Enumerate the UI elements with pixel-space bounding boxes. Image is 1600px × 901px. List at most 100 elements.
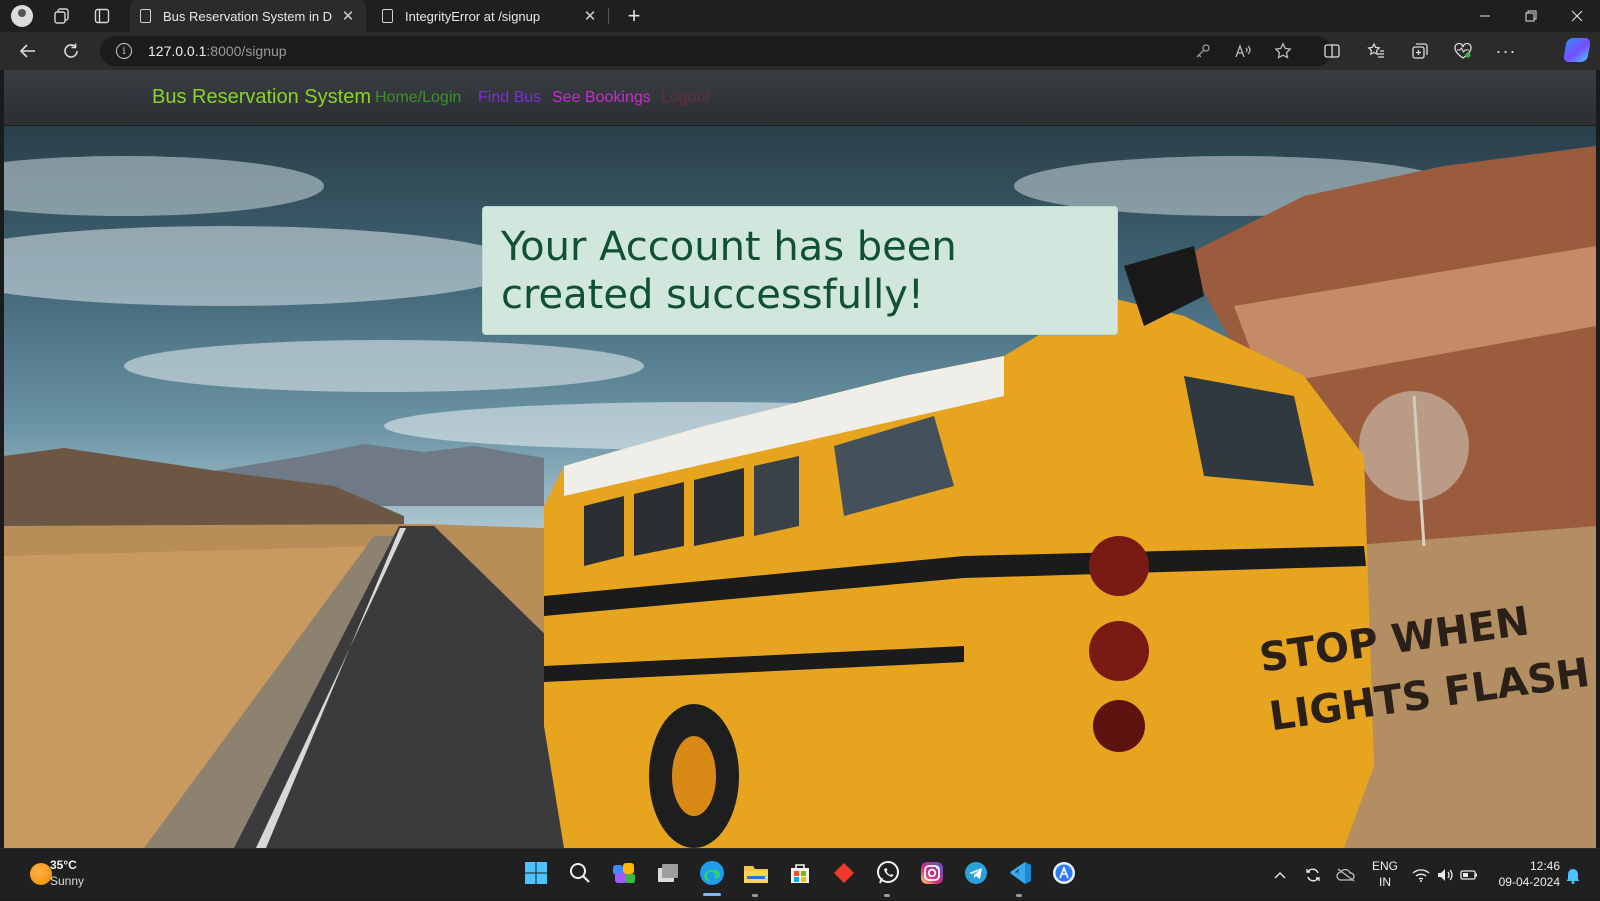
bell-icon bbox=[1566, 869, 1580, 884]
file-explorer-app[interactable] bbox=[742, 859, 770, 887]
site-info-icon[interactable]: i bbox=[116, 43, 132, 59]
anydesk-app[interactable] bbox=[830, 859, 858, 887]
widgets-icon bbox=[613, 863, 635, 883]
volume-tray-icon[interactable] bbox=[1434, 849, 1456, 901]
edge-app[interactable] bbox=[698, 859, 726, 887]
sync-icon bbox=[1306, 868, 1320, 882]
instagram-app[interactable] bbox=[918, 859, 946, 887]
minimize-button[interactable] bbox=[1462, 0, 1508, 32]
browser-essentials-button[interactable] bbox=[1447, 36, 1479, 66]
success-alert: Your Account has been created successful… bbox=[482, 206, 1118, 335]
nav-logout[interactable]: Logout bbox=[661, 89, 710, 107]
restore-button[interactable] bbox=[1508, 0, 1554, 32]
letter-a-badge-icon bbox=[1053, 862, 1075, 884]
active-app-indicator bbox=[703, 893, 721, 896]
task-view-button[interactable] bbox=[654, 859, 682, 887]
task-view-icon bbox=[658, 864, 678, 882]
tab-title: Bus Reservation System in Djang bbox=[163, 8, 332, 24]
close-tab-icon[interactable]: ✕ bbox=[582, 7, 598, 25]
workspaces-button[interactable] bbox=[42, 0, 82, 32]
search-icon bbox=[570, 863, 590, 883]
back-arrow-icon bbox=[19, 44, 35, 58]
favorites-list-icon bbox=[1367, 42, 1384, 58]
site-brand[interactable]: Bus Reservation System bbox=[152, 86, 371, 109]
close-tab-icon[interactable]: ✕ bbox=[340, 7, 356, 25]
refresh-icon bbox=[64, 43, 78, 58]
store-icon bbox=[791, 864, 809, 883]
back-button[interactable] bbox=[12, 36, 44, 66]
network-tray-icon[interactable] bbox=[1410, 849, 1432, 901]
app-store-app[interactable] bbox=[1050, 859, 1078, 887]
heart-pulse-icon bbox=[1454, 42, 1472, 59]
tab-bus-reservation[interactable]: Bus Reservation System in Djang ✕ bbox=[130, 0, 366, 32]
refresh-button[interactable] bbox=[55, 36, 87, 66]
read-aloud-icon[interactable] bbox=[1228, 36, 1258, 66]
tab-title: IntegrityError at /signup bbox=[405, 8, 541, 24]
wifi-icon bbox=[1412, 869, 1430, 882]
widgets-app[interactable] bbox=[610, 859, 638, 887]
favorite-star-icon[interactable] bbox=[1268, 36, 1298, 66]
page-viewport: STOP WHEN LIGHTS FLASH Bus Reservation S… bbox=[4, 70, 1596, 848]
address-bar[interactable]: i 127.0.0.1:8000/signup bbox=[100, 36, 1332, 66]
windows-taskbar: 35°C Sunny ENG IN 12:46 09-04-2024 bbox=[0, 848, 1600, 900]
copilot-icon[interactable] bbox=[1562, 38, 1592, 62]
weather-widget[interactable]: 35°C Sunny bbox=[10, 849, 110, 901]
url-path: :8000/signup bbox=[206, 43, 287, 59]
running-indicator bbox=[752, 894, 758, 897]
tab-integrity-error[interactable]: IntegrityError at /signup ✕ bbox=[372, 0, 608, 32]
workspaces-icon bbox=[54, 8, 69, 24]
split-screen-icon bbox=[1324, 44, 1340, 58]
clock-date: 09-04-2024 bbox=[1498, 875, 1560, 889]
clock[interactable]: 12:46 09-04-2024 bbox=[1488, 858, 1560, 890]
running-indicator bbox=[1016, 894, 1022, 897]
store-app[interactable] bbox=[786, 859, 814, 887]
browser-toolbar: i 127.0.0.1:8000/signup ··· bbox=[0, 32, 1600, 70]
notifications-button[interactable] bbox=[1562, 849, 1584, 901]
success-message: Your Account has been created successful… bbox=[501, 224, 957, 318]
battery-tray-icon[interactable] bbox=[1458, 849, 1480, 901]
tab-separator bbox=[608, 8, 609, 24]
minimize-icon bbox=[1480, 15, 1490, 17]
nav-see-bookings[interactable]: See Bookings bbox=[552, 89, 651, 107]
red-diamond-icon bbox=[834, 863, 854, 883]
new-tab-button[interactable]: + bbox=[618, 0, 650, 32]
onedrive-tray-icon[interactable] bbox=[1334, 849, 1358, 901]
profile-button[interactable] bbox=[2, 0, 42, 32]
weather-desc: Sunny bbox=[50, 874, 85, 888]
sun-icon bbox=[30, 863, 52, 885]
speaker-icon bbox=[1438, 869, 1453, 881]
sync-tray-icon[interactable] bbox=[1302, 849, 1324, 901]
close-icon bbox=[1571, 10, 1583, 22]
folder-icon bbox=[744, 866, 768, 883]
collections-button[interactable] bbox=[1404, 36, 1436, 66]
site-navbar: Bus Reservation System Home/Login Find B… bbox=[4, 70, 1596, 126]
password-key-icon[interactable] bbox=[1188, 36, 1218, 66]
browser-tab-strip: Bus Reservation System in Djang ✕ Integr… bbox=[0, 0, 1600, 32]
split-screen-button[interactable] bbox=[1316, 36, 1348, 66]
start-button[interactable] bbox=[522, 859, 550, 887]
settings-more-button[interactable]: ··· bbox=[1490, 36, 1522, 66]
input-language[interactable]: ENG IN bbox=[1370, 858, 1400, 890]
vscode-app[interactable] bbox=[1006, 859, 1034, 887]
show-hidden-icons[interactable] bbox=[1270, 849, 1290, 901]
tab-actions-button[interactable] bbox=[82, 0, 122, 32]
page-icon bbox=[140, 9, 151, 23]
whatsapp-app[interactable] bbox=[874, 859, 902, 887]
weather-temp: 35°C bbox=[50, 858, 77, 872]
vertical-tabs-icon bbox=[94, 8, 110, 24]
page-icon bbox=[382, 9, 393, 23]
restore-icon bbox=[1525, 10, 1537, 22]
whatsapp-icon bbox=[877, 861, 899, 884]
language-code: ENG bbox=[1371, 859, 1398, 873]
nav-find-bus[interactable]: Find Bus bbox=[478, 89, 541, 107]
url-text[interactable]: 127.0.0.1:8000/signup bbox=[148, 43, 287, 59]
favorites-button[interactable] bbox=[1360, 36, 1392, 66]
close-window-button[interactable] bbox=[1554, 0, 1600, 32]
battery-icon bbox=[1460, 870, 1477, 880]
telegram-app[interactable] bbox=[962, 859, 990, 887]
running-indicator bbox=[884, 894, 890, 897]
profile-avatar-icon bbox=[11, 5, 33, 27]
windows-start-icon bbox=[525, 862, 547, 884]
search-button[interactable] bbox=[566, 859, 594, 887]
nav-home-login[interactable]: Home/Login bbox=[375, 89, 461, 107]
